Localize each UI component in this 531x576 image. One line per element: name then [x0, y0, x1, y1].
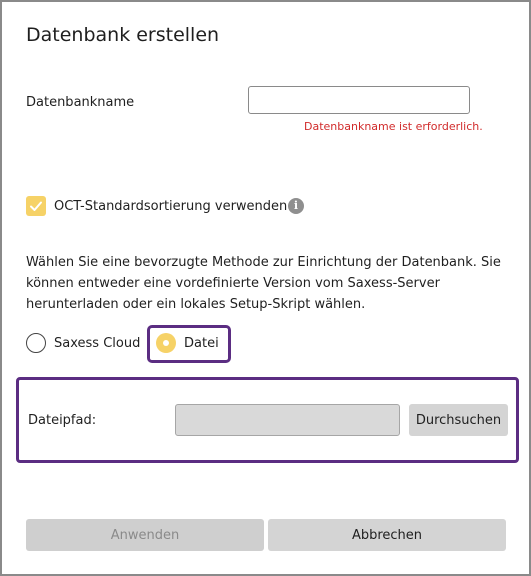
database-name-label: Datenbankname [26, 95, 135, 110]
cancel-button[interactable]: Abbrechen [268, 519, 506, 551]
file-path-input[interactable] [175, 404, 400, 436]
file-path-label: Dateipfad: [28, 413, 97, 428]
radio-selected-dot [163, 340, 169, 346]
radio-saxess-cloud[interactable] [26, 333, 46, 353]
create-database-dialog: Datenbank erstellen Datenbankname Datenb… [0, 0, 531, 576]
radio-saxess-cloud-label[interactable]: Saxess Cloud [54, 336, 140, 351]
file-path-section: Dateipfad: Durchsuchen [16, 377, 519, 463]
dialog-title: Datenbank erstellen [26, 24, 220, 46]
sorting-checkbox[interactable] [26, 196, 46, 216]
radio-datei[interactable] [156, 333, 176, 353]
method-description: Wählen Sie eine bevorzugte Methode zur E… [26, 255, 501, 312]
sorting-checkbox-label[interactable]: OCT-Standardsortierung verwenden [54, 199, 287, 214]
database-name-input[interactable] [248, 86, 470, 114]
checkmark-icon [30, 201, 42, 211]
radio-datei-label[interactable]: Datei [184, 336, 219, 351]
apply-button[interactable]: Anwenden [26, 519, 264, 551]
browse-button[interactable]: Durchsuchen [409, 404, 508, 436]
info-icon[interactable]: i [288, 198, 304, 214]
database-name-error: Datenbankname ist erforderlich. [304, 120, 483, 133]
